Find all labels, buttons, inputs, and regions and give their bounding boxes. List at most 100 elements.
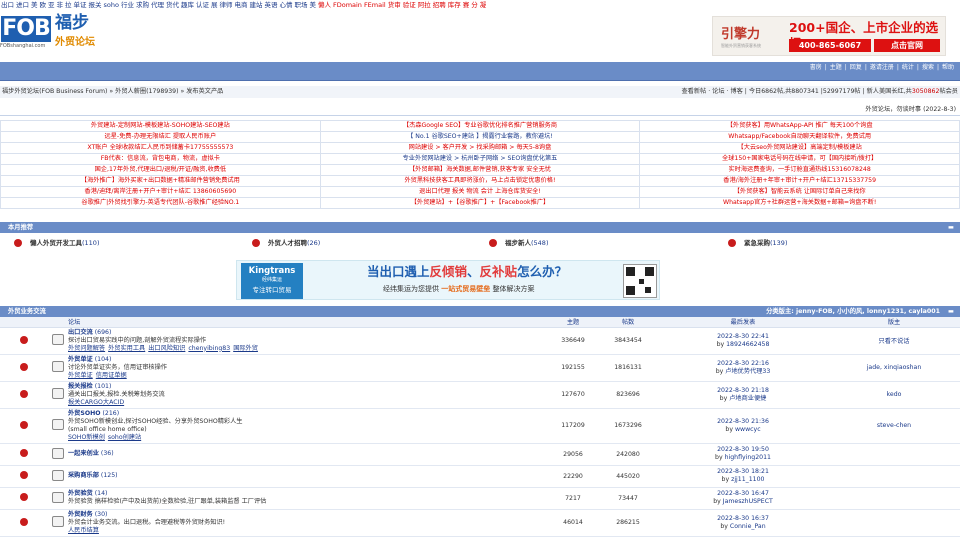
monthly-item[interactable]: 紧急采购(139)	[728, 238, 787, 248]
last-post-author[interactable]: by JameszhUSPECT	[658, 498, 828, 506]
forum-moderator[interactable]: 只看不说话	[828, 327, 960, 355]
site-logo[interactable]: FOB 福步 外贸论坛 FOBshanghai.com	[0, 12, 110, 60]
ad-cta-button[interactable]: 点击官网	[874, 39, 940, 52]
ad-link[interactable]: Whatsapp官方+社群运营+海关数据+邮箱=询盘不断!	[639, 197, 960, 209]
last-post-date[interactable]: 2022-8-30 22:41	[658, 333, 828, 341]
top-nav-link[interactable]: 代理	[151, 1, 164, 9]
top-nav-link[interactable]: 美	[31, 1, 38, 9]
author-link[interactable]: 卢地优势代理33	[725, 368, 770, 375]
last-post[interactable]: 2022-8-30 16:47 by JameszhUSPECT	[658, 487, 828, 510]
top-nav-link[interactable]: 美	[309, 1, 316, 9]
ad-link[interactable]: 【外贸获客】智能云系统 让国际订单自己来找你	[639, 186, 960, 198]
last-post-author[interactable]: by 18924662458	[658, 341, 828, 349]
ad-link[interactable]: 专业外贸网站建设 > 杭州卧子网络 > SEO询盘优化第五	[319, 153, 641, 165]
top-nav-link[interactable]: 报关	[89, 1, 102, 9]
monthly-item[interactable]: 外贸人才招聘(26)	[252, 238, 320, 248]
forum-moderator[interactable]: kedo	[828, 381, 960, 409]
top-nav-link[interactable]: 英语	[264, 1, 277, 9]
ad-link[interactable]: 网站建设 > 客户开发 > 找采购邮箱 > 每天5-8询盘	[319, 142, 641, 154]
forum-moderator[interactable]: jade, xinqiaoshan	[828, 354, 960, 382]
top-nav-link[interactable]: FEmail	[364, 1, 386, 9]
user-bar-link[interactable]: 回复	[850, 64, 862, 71]
last-post[interactable]: 2022-8-30 18:21 by zjj11_1100	[658, 465, 828, 488]
ad-link[interactable]: 谷歌推广|外贸找引擎力-英语专代团队-谷歌推广经验NO.1	[0, 197, 321, 209]
ad-link[interactable]: FB代表：信息流，背包电商，物流，虚拟卡	[0, 153, 321, 165]
last-post[interactable]: 2022-8-30 21:36 by wwwcyc	[658, 408, 828, 444]
user-bar-link[interactable]: 主题	[830, 64, 842, 71]
ad-link[interactable]: 远星-免费-办理无限结汇 提取人民币账户	[0, 131, 321, 143]
last-post[interactable]: 2022-8-30 16:37 by Connie_Pan	[658, 509, 828, 537]
subforum-link[interactable]: 外贸问题解答	[68, 345, 105, 352]
ad-link[interactable]: 外贸黑科技获客工具即将涨价，马上点击锁定优惠价格!	[319, 175, 641, 187]
ad-phone[interactable]: 400-865-6067	[789, 39, 871, 52]
top-ad-banner[interactable]: 引擎力智能外贸营销获客系统 200+国企、上市企业的选择 400-865-606…	[712, 16, 946, 56]
last-post[interactable]: 2022-8-30 19:50 by highflying2011	[658, 443, 828, 466]
forum-name[interactable]: 外贸财务	[68, 511, 93, 518]
forum-moderator[interactable]	[828, 509, 960, 537]
forum-name[interactable]: 一起来创业	[68, 450, 99, 457]
last-post-date[interactable]: 2022-8-30 22:16	[658, 360, 828, 368]
top-nav-link[interactable]: 库存	[448, 1, 461, 9]
forum-moderator[interactable]	[828, 465, 960, 488]
author-link[interactable]: 18924662458	[726, 341, 769, 348]
last-post[interactable]: 2022-8-30 22:16 by 卢地优势代理33	[658, 354, 828, 382]
last-post-date[interactable]: 2022-8-30 16:47	[658, 490, 828, 498]
last-post-date[interactable]: 2022-8-30 21:18	[658, 387, 828, 395]
ad-link[interactable]: 【外贸邮箱】海关数据,邮件营销,获客专家 安全无忧	[319, 164, 641, 176]
forum-name[interactable]: 出口交流	[68, 329, 93, 336]
top-nav-link[interactable]: 心情	[279, 1, 292, 9]
last-post-author[interactable]: by 卢地优势代理33	[658, 368, 828, 376]
top-nav-link[interactable]: 亚	[48, 1, 55, 9]
subforum-link[interactable]: SOHO新模创	[68, 434, 105, 441]
author-link[interactable]: highflying2011	[725, 454, 771, 461]
top-nav-link[interactable]: 展	[211, 1, 218, 9]
collapse-icon[interactable]: ▬	[948, 306, 954, 317]
top-nav-link[interactable]: 求购	[136, 1, 149, 9]
top-nav-link[interactable]: 货审	[388, 1, 401, 9]
forum-name[interactable]: 外贸SOHO	[68, 410, 101, 417]
kingtrans-banner[interactable]: Kingtrans 经纬集运 专注转口贸易 当出口遇上反倾销、反补贴怎么办？ 经纬集…	[236, 260, 660, 300]
subforum-link[interactable]: 报关CARGO大ACID	[68, 399, 124, 406]
forum-name[interactable]: 报关报检	[68, 383, 93, 390]
ad-link[interactable]: 【海外推广】海外买家+出口数据+精准邮件营销免费试用	[0, 175, 321, 187]
top-nav-link[interactable]: 认证	[196, 1, 209, 9]
ad-link[interactable]: Whatsapp/Facebook自动聊天翻译软件，免费试用	[639, 131, 960, 143]
user-bar-link[interactable]: 搜索	[922, 64, 934, 71]
ad-link[interactable]: 【外贸获客】用WhatsApp-API 推广 每天100个询盘	[639, 120, 960, 132]
last-post-author[interactable]: by zjj11_1100	[658, 476, 828, 484]
ad-link[interactable]: XT账户 全球收款结汇人民币到储蓄卡17755555573	[0, 142, 321, 154]
announcement[interactable]: 外贸论坛，勿谈时事 (2022-8-3)	[0, 104, 960, 116]
last-post-date[interactable]: 2022-8-30 18:21	[658, 468, 828, 476]
author-link[interactable]: Connie_Pan	[730, 523, 766, 530]
ad-link[interactable]: 香港/迪拜/离岸注册+开户+审计+结汇 13860605690	[0, 186, 321, 198]
top-nav-link[interactable]: 验证	[403, 1, 416, 9]
ad-link[interactable]: 【外贸建站】+【谷歌推广】+【Facebook推广】	[319, 197, 641, 209]
user-bar-link[interactable]: 帮助	[942, 64, 954, 71]
last-post-author[interactable]: by wwwcyc	[658, 426, 828, 434]
ad-link[interactable]: 国企,17年外贸,代理出口/退税/开证/融资,收费低	[0, 164, 321, 176]
user-bar-link[interactable]: 统计	[902, 64, 914, 71]
top-nav-link[interactable]: 趣库	[181, 1, 194, 9]
top-nav-link[interactable]: FDomain	[333, 1, 362, 9]
ad-link[interactable]: 香港/海外注册+年审+审计+开户+结汇13715337759	[639, 175, 960, 187]
subforum-link[interactable]: 出口风险知识	[148, 345, 185, 352]
top-nav-link[interactable]: 懒人	[318, 1, 331, 9]
top-nav-link[interactable]: 货代	[166, 1, 179, 9]
last-post-date[interactable]: 2022-8-30 19:50	[658, 446, 828, 454]
subforum-link[interactable]: 外贸实用工具	[108, 345, 145, 352]
author-link[interactable]: 卢地商业便捷	[729, 395, 766, 402]
user-bar-link[interactable]: 書房	[810, 64, 822, 71]
top-nav-link[interactable]: 拉	[65, 1, 72, 9]
author-link[interactable]: JameszhUSPECT	[723, 498, 773, 505]
top-nav-link[interactable]: 阿拉	[418, 1, 431, 9]
top-nav-link[interactable]: 凝	[480, 1, 487, 9]
top-nav-link[interactable]: 单证	[74, 1, 87, 9]
top-nav-link[interactable]: 分	[471, 1, 478, 9]
ad-link[interactable]: 【杰森Google SEO】专业谷歌优化排名推广营销服务商	[319, 120, 641, 132]
monthly-item[interactable]: 懒人外贸开发工具(110)	[14, 238, 99, 248]
last-post-author[interactable]: by 卢地商业便捷	[658, 395, 828, 403]
author-link[interactable]: wwwcyc	[735, 426, 761, 433]
forum-name[interactable]: 外贸验货	[68, 490, 93, 497]
ad-link[interactable]: 外贸建站-定制网站-模板建站-SOHO建站-SEO建站	[0, 120, 321, 132]
user-bar-link[interactable]: 邀请注册	[870, 64, 894, 71]
